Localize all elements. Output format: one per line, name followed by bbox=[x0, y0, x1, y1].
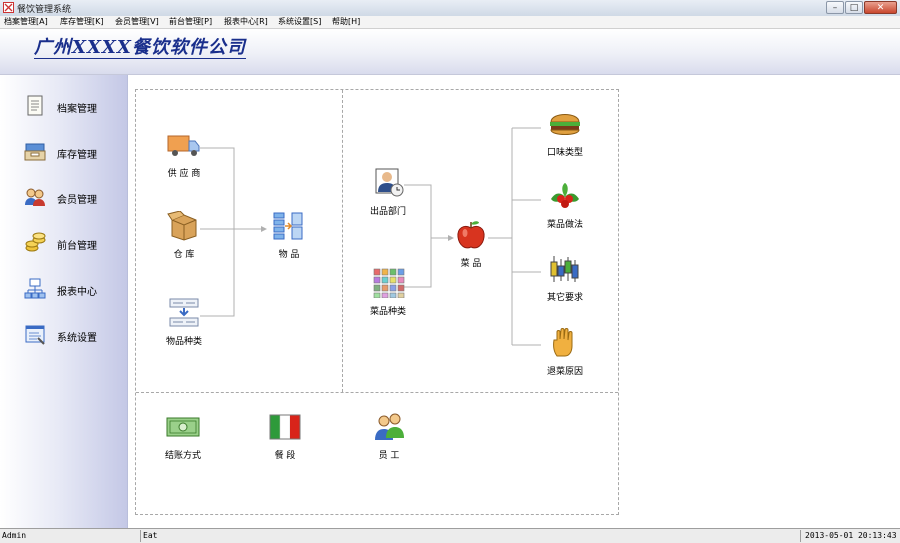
cardboard-box-icon bbox=[167, 211, 197, 241]
maximize-button[interactable]: □ bbox=[845, 1, 863, 14]
inbox-tray-icon bbox=[24, 143, 46, 161]
sidebar-item-label: 库存管理 bbox=[57, 150, 97, 161]
node-dish[interactable]: 菜 品 bbox=[436, 220, 506, 269]
node-item-category[interactable]: 物品种类 bbox=[149, 298, 219, 347]
node-label: 菜品种类 bbox=[369, 307, 406, 317]
flag-icon bbox=[269, 414, 301, 440]
node-label: 出品部门 bbox=[369, 207, 406, 217]
categorized-list-icon bbox=[169, 298, 199, 327]
apple-icon bbox=[457, 221, 485, 249]
company-name: 广州XXXX餐饮软件公司 bbox=[34, 37, 246, 59]
status-user: Admin bbox=[0, 530, 141, 542]
node-staff[interactable]: 员 工 bbox=[354, 412, 424, 461]
node-label: 其它要求 bbox=[546, 293, 583, 303]
node-label: 菜 品 bbox=[460, 259, 482, 269]
node-label: 供 应 商 bbox=[167, 169, 201, 179]
menu-member[interactable]: 会员管理[V] bbox=[115, 16, 159, 28]
flow-panel: 供 应 商 仓 库 物品种类 物 品 出品部门 菜品种类 菜 品 口味类型 菜品… bbox=[135, 89, 619, 515]
app-icon bbox=[3, 2, 14, 13]
document-icon bbox=[27, 95, 43, 116]
sidebar-item-report[interactable]: 报表中心 bbox=[20, 275, 120, 303]
report-center-icon bbox=[24, 278, 46, 299]
node-label: 物品种类 bbox=[165, 337, 202, 347]
settings-form-icon bbox=[25, 325, 45, 345]
menu-help[interactable]: 帮助[H] bbox=[332, 16, 360, 28]
banknote-icon bbox=[166, 417, 200, 437]
sidebar-item-settings[interactable]: 系统设置 bbox=[20, 321, 120, 349]
menu-inventory[interactable]: 库存管理[K] bbox=[60, 16, 104, 28]
coins-icon bbox=[25, 232, 46, 252]
node-dish-category[interactable]: 菜品种类 bbox=[353, 268, 423, 317]
node-warehouse[interactable]: 仓 库 bbox=[149, 211, 219, 260]
window-title: 餐饮管理系统 bbox=[17, 5, 72, 15]
node-payment-method[interactable]: 结账方式 bbox=[148, 412, 218, 461]
sidebar-item-inventory[interactable]: 库存管理 bbox=[20, 138, 120, 166]
node-label: 退菜原因 bbox=[546, 367, 583, 377]
node-meal-period[interactable]: 餐 段 bbox=[250, 412, 320, 461]
stop-hand-icon bbox=[553, 328, 573, 357]
close-button[interactable]: ✕ bbox=[864, 1, 897, 14]
members-icon bbox=[25, 188, 45, 206]
candlestick-chart-icon bbox=[550, 256, 579, 282]
sidebar-item-archive[interactable]: 档案管理 bbox=[20, 92, 120, 120]
node-output-department[interactable]: 出品部门 bbox=[353, 168, 423, 217]
menu-report[interactable]: 报表中心[R] bbox=[224, 16, 268, 28]
department-person-icon bbox=[375, 168, 404, 197]
node-label: 员 工 bbox=[378, 451, 400, 461]
node-label: 物 品 bbox=[278, 250, 300, 260]
node-label: 口味类型 bbox=[546, 148, 583, 158]
staff-icon bbox=[375, 413, 404, 440]
node-supplier[interactable]: 供 应 商 bbox=[149, 130, 219, 179]
sidebar-item-front-desk[interactable]: 前台管理 bbox=[20, 229, 120, 257]
items-grid-icon bbox=[273, 212, 303, 240]
burger-icon bbox=[550, 114, 580, 135]
node-label: 仓 库 bbox=[173, 250, 195, 260]
status-mode: Eat bbox=[141, 530, 801, 542]
status-datetime: 2013-05-01 20:13:43 bbox=[805, 531, 897, 540]
sidebar-item-label: 前台管理 bbox=[57, 241, 97, 252]
node-label: 菜品做法 bbox=[546, 220, 583, 230]
sidebar-item-label: 档案管理 bbox=[57, 104, 97, 115]
sidebar-item-label: 系统设置 bbox=[57, 333, 97, 344]
menu-bar: 档案管理[A] 库存管理[K] 会员管理[V] 前台管理[P] 报表中心[R] … bbox=[0, 16, 900, 29]
window-titlebar: 餐饮管理系统 – □ ✕ bbox=[0, 0, 900, 17]
color-grid-icon bbox=[373, 268, 405, 298]
holly-berries-icon bbox=[551, 183, 579, 208]
menu-front-desk[interactable]: 前台管理[P] bbox=[169, 16, 212, 28]
node-taste[interactable]: 口味类型 bbox=[530, 109, 600, 158]
node-label: 餐 段 bbox=[274, 451, 296, 461]
node-cooking-method[interactable]: 菜品做法 bbox=[530, 181, 600, 230]
menu-archive[interactable]: 档案管理[A] bbox=[4, 16, 48, 28]
node-items[interactable]: 物 品 bbox=[254, 211, 324, 260]
sidebar: 档案管理 库存管理 会员管理 前台管理 报表中心 系统设置 bbox=[0, 75, 128, 528]
node-return-reason[interactable]: 退菜原因 bbox=[530, 328, 600, 377]
sidebar-item-label: 会员管理 bbox=[57, 195, 97, 206]
menu-settings[interactable]: 系统设置[S] bbox=[278, 16, 321, 28]
node-other-requirements[interactable]: 其它要求 bbox=[530, 254, 600, 303]
status-bar: Admin Eat 2013-05-01 20:13:43 bbox=[0, 528, 900, 543]
truck-icon bbox=[167, 135, 200, 156]
sidebar-item-label: 报表中心 bbox=[57, 287, 97, 298]
sidebar-item-member[interactable]: 会员管理 bbox=[20, 183, 120, 211]
node-label: 结账方式 bbox=[164, 451, 201, 461]
company-banner: 广州XXXX餐饮软件公司 bbox=[0, 29, 900, 75]
minimize-button[interactable]: – bbox=[826, 1, 844, 14]
main-content: 供 应 商 仓 库 物品种类 物 品 出品部门 菜品种类 菜 品 口味类型 菜品… bbox=[128, 75, 900, 528]
